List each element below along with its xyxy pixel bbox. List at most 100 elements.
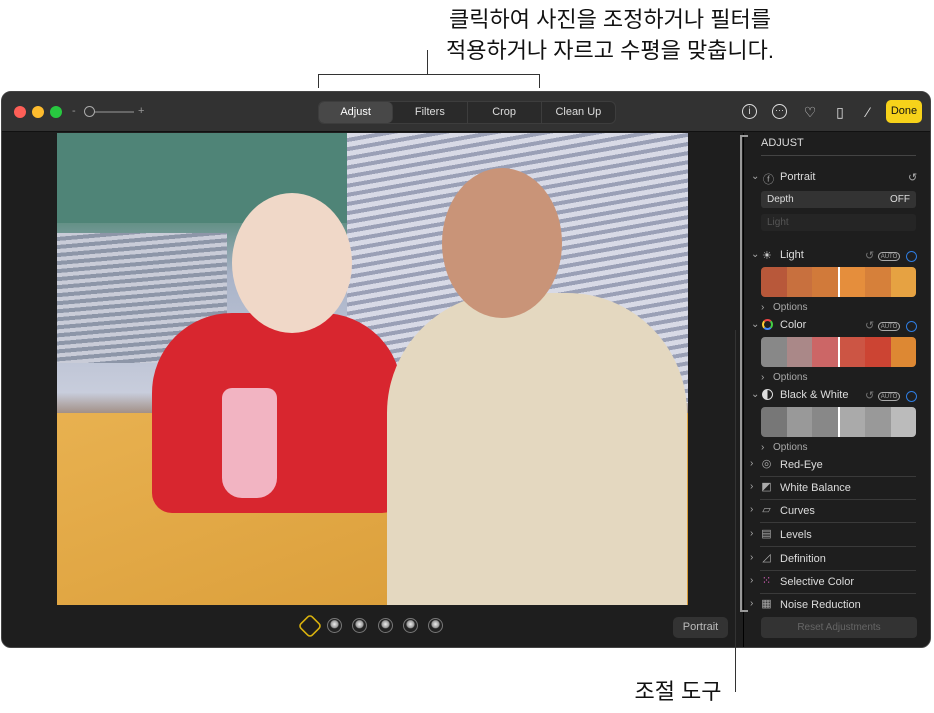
- row-levels[interactable]: › ▤ Levels: [750, 524, 916, 547]
- noise-icon: ▦: [761, 598, 772, 610]
- bottom-bar: Portrait: [2, 605, 743, 647]
- sidebar-scroll-clip: › ▦ Noise Reduction: [744, 594, 930, 614]
- bw-thumbnail-strip[interactable]: [761, 407, 916, 437]
- more-icon[interactable]: ···: [772, 104, 787, 119]
- row-label: Levels: [780, 529, 812, 541]
- curves-icon: ▱: [762, 504, 771, 516]
- magic-wand-icon[interactable]: ⁄: [859, 103, 877, 121]
- man-sweater: [387, 293, 687, 605]
- levels-icon: ▤: [761, 528, 772, 540]
- chevron-right-icon: ›: [750, 481, 754, 492]
- toolbar: - + Adjust Filters Crop Clean Up i ··· ♡…: [2, 92, 930, 132]
- callout-bracket: [740, 135, 748, 612]
- row-white-balance[interactable]: › ◩ White Balance: [750, 477, 916, 500]
- callout-line: [427, 50, 428, 75]
- portrait-light-contour-icon[interactable]: [352, 618, 367, 633]
- tab-crop[interactable]: Crop: [468, 102, 542, 123]
- color-wheel-icon: [762, 319, 773, 330]
- undo-icon[interactable]: ↺: [865, 249, 874, 262]
- portrait-light-natural-icon[interactable]: [297, 613, 323, 639]
- undo-icon[interactable]: ↺: [865, 319, 874, 332]
- woman-jacket: [152, 313, 402, 513]
- white-balance-icon: ◩: [761, 481, 772, 493]
- chevron-right-icon: ›: [750, 552, 754, 563]
- depth-value: OFF: [890, 194, 910, 205]
- portrait-light-high-key-icon[interactable]: [428, 618, 443, 633]
- row-curves[interactable]: › ▱ Curves: [750, 500, 916, 523]
- half-circle-icon: [762, 389, 773, 400]
- tab-clean-up[interactable]: Clean Up: [542, 102, 615, 123]
- portrait-light-label: Light: [767, 217, 789, 228]
- done-button[interactable]: Done: [886, 100, 922, 123]
- auto-button[interactable]: AUTO: [878, 392, 900, 401]
- portrait-f-icon: ⓕ: [763, 174, 774, 186]
- photos-window: - + Adjust Filters Crop Clean Up i ··· ♡…: [1, 91, 931, 648]
- photo: [57, 133, 688, 605]
- row-label: Noise Reduction: [780, 599, 861, 611]
- row-label: White Balance: [780, 482, 851, 494]
- zoom-in-label: +: [138, 105, 145, 117]
- portrait-light-slider: Light: [761, 214, 916, 231]
- chevron-right-icon[interactable]: ›: [761, 372, 764, 383]
- chevron-down-icon[interactable]: ⌄: [751, 389, 759, 400]
- undo-icon[interactable]: ↺: [865, 389, 874, 402]
- chevron-right-icon: ›: [750, 598, 754, 609]
- bw-section-label[interactable]: Black & White: [780, 389, 848, 401]
- zoom-button[interactable]: [50, 106, 62, 118]
- depth-label: Depth: [767, 194, 794, 205]
- sidebar-title: ADJUST: [761, 137, 804, 149]
- callout-right: 조절 도구: [634, 679, 722, 704]
- color-section-label[interactable]: Color: [780, 319, 806, 331]
- chevron-right-icon: ›: [750, 458, 754, 469]
- row-definition[interactable]: › ◿ Definition: [750, 548, 916, 571]
- portrait-section-label[interactable]: Portrait: [780, 171, 815, 183]
- light-options[interactable]: Options: [773, 302, 807, 313]
- triangle-icon: ◿: [762, 552, 771, 564]
- undo-icon[interactable]: ↺: [908, 171, 917, 184]
- rotate-icon[interactable]: ▯: [831, 103, 849, 121]
- light-thumbnail-strip[interactable]: [761, 267, 916, 297]
- row-red-eye[interactable]: › ◎ Red-Eye: [750, 454, 916, 477]
- chevron-down-icon[interactable]: ⌄: [751, 319, 759, 330]
- portrait-light-stage-icon[interactable]: [378, 618, 393, 633]
- auto-button[interactable]: AUTO: [878, 252, 900, 261]
- tab-filters[interactable]: Filters: [393, 102, 468, 123]
- heart-icon[interactable]: ♡: [801, 103, 819, 121]
- adjust-sidebar: ADJUST ⌄ ⓕ Portrait ↺ Depth OFF Light ⌄ …: [743, 133, 930, 647]
- tab-adjust[interactable]: Adjust: [319, 102, 394, 123]
- chevron-down-icon[interactable]: ⌄: [751, 249, 759, 260]
- light-section-label[interactable]: Light: [780, 249, 804, 261]
- callout-bracket: [318, 74, 540, 88]
- row-noise-reduction[interactable]: › ▦ Noise Reduction: [750, 594, 916, 614]
- row-selective-color[interactable]: › ⁙ Selective Color: [750, 571, 916, 594]
- chevron-down-icon[interactable]: ⌄: [751, 171, 759, 182]
- color-options[interactable]: Options: [773, 372, 807, 383]
- portrait-light-studio-icon[interactable]: [327, 618, 342, 633]
- row-label: Definition: [780, 553, 826, 565]
- auto-button[interactable]: AUTO: [878, 322, 900, 331]
- enable-toggle[interactable]: [906, 251, 917, 262]
- edit-tabs: Adjust Filters Crop Clean Up: [318, 101, 616, 124]
- bw-options[interactable]: Options: [773, 442, 807, 453]
- row-label: Red-Eye: [780, 459, 823, 471]
- man-head: [442, 168, 562, 318]
- chevron-right-icon[interactable]: ›: [761, 302, 764, 313]
- callout-top: 클릭하여 사진을 조정하거나 필터를 적용하거나 자르고 수평을 맞춥니다.: [380, 4, 840, 66]
- enable-toggle[interactable]: [906, 321, 917, 332]
- portrait-light-stage-mono-icon[interactable]: [403, 618, 418, 633]
- enable-toggle[interactable]: [906, 391, 917, 402]
- portrait-button[interactable]: Portrait: [673, 617, 728, 638]
- minimize-button[interactable]: [32, 106, 44, 118]
- close-button[interactable]: [14, 106, 26, 118]
- color-thumbnail-strip[interactable]: [761, 337, 916, 367]
- zoom-slider-knob[interactable]: [84, 106, 95, 117]
- callout-line: 클릭하여 사진을 조정하거나 필터를: [449, 7, 771, 32]
- info-icon[interactable]: i: [742, 104, 757, 119]
- chevron-right-icon[interactable]: ›: [761, 442, 764, 453]
- reset-adjustments-button[interactable]: Reset Adjustments: [761, 617, 917, 638]
- sun-icon: ☀: [762, 250, 772, 262]
- row-label: Curves: [780, 505, 815, 517]
- chevron-right-icon: ›: [750, 575, 754, 586]
- depth-slider[interactable]: Depth OFF: [761, 191, 916, 208]
- chevron-right-icon: ›: [750, 528, 754, 539]
